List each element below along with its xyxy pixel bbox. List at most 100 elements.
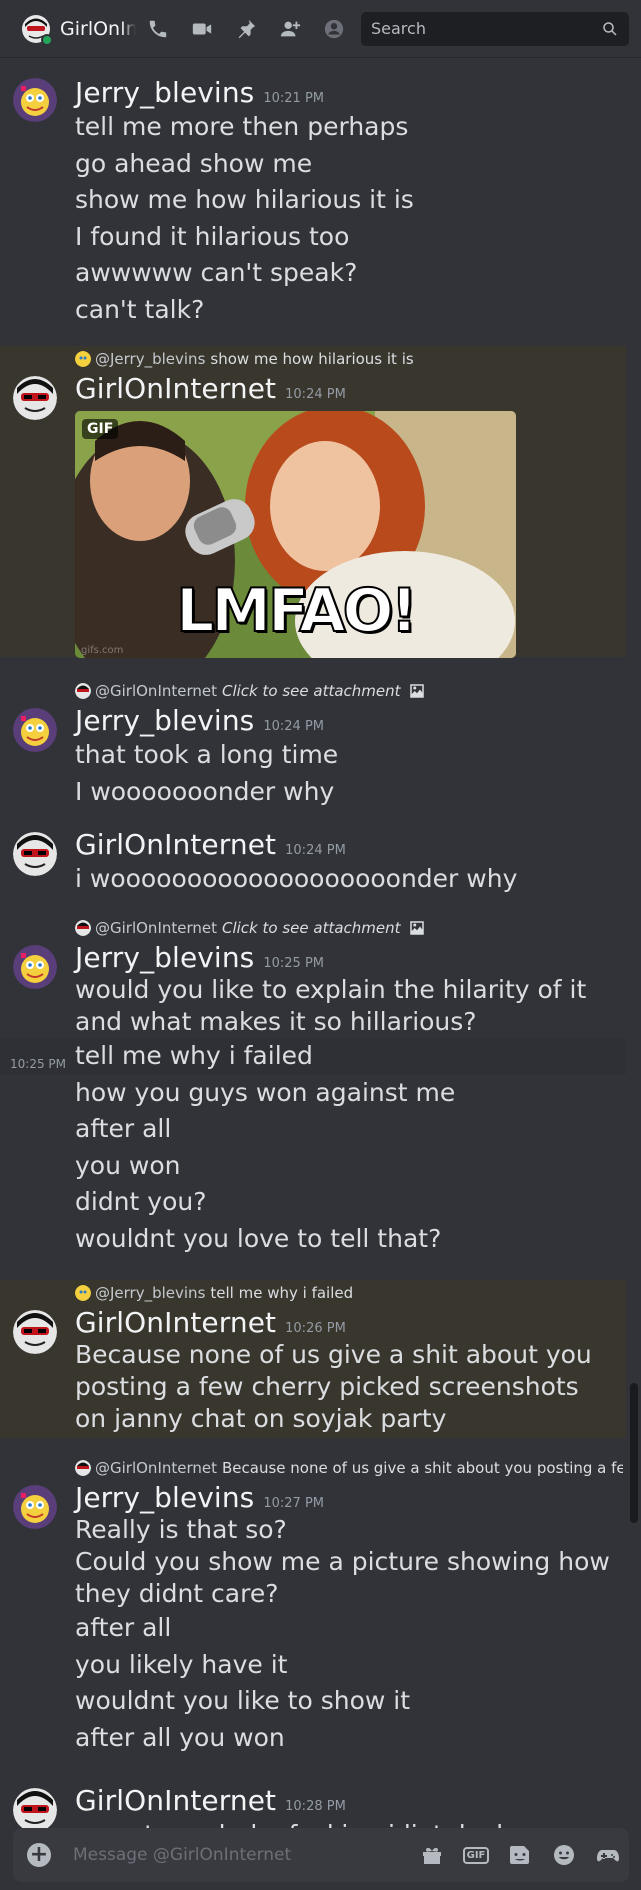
search-input[interactable] <box>371 19 601 38</box>
reply-reference[interactable]: @Jerry_blevins show me how hilarious it … <box>75 346 608 372</box>
gif-watermark: gifs.com <box>81 645 124 656</box>
timestamp: 10:24 PM <box>285 843 346 858</box>
search-icon <box>603 21 617 36</box>
scrollbar-thumb[interactable] <box>630 1383 638 1523</box>
avatar-jerry[interactable] <box>13 708 57 752</box>
username[interactable]: Jerry_blevins <box>75 704 254 737</box>
phone-icon[interactable] <box>146 17 170 41</box>
emoji-icon[interactable] <box>551 1842 577 1868</box>
reply-mention[interactable]: @Jerry_blevins <box>95 350 205 368</box>
message-group: Jerry_blevins 10:21 PM tell me more then… <box>0 76 641 328</box>
reply-reference[interactable]: @GirlOnInternet Click to see attachment <box>75 678 623 704</box>
message-line: i wooooooooooooooooooonder why <box>75 864 518 893</box>
message-group: GirlOnInternet 10:24 PM i wooooooooooooo… <box>0 828 641 898</box>
gif-badge: GIF <box>82 419 119 439</box>
username[interactable]: Jerry_blevins <box>75 76 254 109</box>
avatar-jerry[interactable] <box>13 1485 57 1529</box>
message-line: you won <box>75 1150 181 1180</box>
message-line: how you guys won against me <box>75 1077 456 1107</box>
message-line: that took a long time <box>75 740 339 769</box>
message-line: after all you won <box>75 1722 285 1752</box>
reply-avatar-girlonInternet <box>75 683 91 699</box>
add-icon[interactable]: + <box>27 1843 51 1867</box>
avatar-jerry[interactable] <box>13 945 57 989</box>
reply-avatar-girlonInternet <box>75 1460 91 1476</box>
image-icon <box>409 684 424 698</box>
gif-attachment[interactable]: GIF LMFAO! gifs.com <box>75 411 516 658</box>
dm-avatar[interactable] <box>22 14 53 46</box>
video-icon[interactable] <box>190 17 214 41</box>
username[interactable]: GirlOnInternet <box>75 372 276 405</box>
message-line: you likely have it <box>75 1649 288 1679</box>
message-line: tell me why i failed <box>75 1041 313 1070</box>
hover-timestamp: 10:25 PM <box>10 1057 66 1071</box>
message-line: ya got me dude, fucking idiot. looks <box>75 1817 623 1828</box>
username[interactable]: GirlOnInternet <box>75 828 276 861</box>
reply-attachment-text: Click to see attachment <box>222 682 401 700</box>
message-line: wouldnt you like to show it <box>75 1686 411 1715</box>
reply-mention[interactable]: @GirlOnInternet <box>95 682 217 700</box>
timestamp: 10:25 PM <box>263 956 325 971</box>
gift-icon[interactable] <box>419 1842 445 1868</box>
reply-text: tell me why i failed <box>210 1284 354 1302</box>
message-line: can't talk? <box>75 294 205 324</box>
gif-caption: LMFAO! <box>175 575 419 647</box>
reply-avatar-jerry <box>75 351 91 367</box>
reply-mention[interactable]: @Jerry_blevins <box>95 1284 205 1302</box>
reply-reference[interactable]: @Jerry_blevins tell me why i failed <box>75 1280 608 1306</box>
reply-attachment-text: Click to see attachment <box>222 919 401 937</box>
add-friend-icon[interactable] <box>278 17 302 41</box>
message-line: after all <box>75 1114 172 1143</box>
username[interactable]: Jerry_blevins <box>75 941 254 974</box>
message-group: GirlOnInternet 10:28 PM ya got me dude, … <box>0 1784 641 1828</box>
message-list: Jerry_blevins 10:21 PM tell me more then… <box>0 58 641 1828</box>
avatar-girlonInternet[interactable] <box>13 832 57 876</box>
message-line: wouldnt you love to tell that? <box>75 1223 442 1253</box>
reply-avatar-girlonInternet <box>75 920 91 936</box>
reply-text: Because none of us give a shit about you… <box>222 1459 623 1477</box>
avatar-girlonInternet[interactable] <box>13 376 57 420</box>
username[interactable]: Jerry_blevins <box>75 1481 254 1514</box>
reply-avatar-jerry <box>75 1285 91 1301</box>
message-line: show me how hilarious it is <box>75 185 414 214</box>
message-line-hovered[interactable]: 10:25 PM tell me why i failed <box>0 1038 626 1075</box>
username[interactable]: GirlOnInternet <box>75 1306 276 1339</box>
reply-text: show me how hilarious it is <box>210 350 414 368</box>
message-group-highlighted: @Jerry_blevins tell me why i failed Girl… <box>0 1280 626 1438</box>
gif-icon[interactable]: GIF <box>462 1842 490 1868</box>
message-line: Because none of us give a shit about you <box>75 1340 592 1369</box>
avatar-jerry[interactable] <box>13 78 57 122</box>
username[interactable]: GirlOnInternet <box>75 1784 276 1817</box>
message-line: on janny chat on soyjak party <box>75 1404 447 1433</box>
message-group: @GirlOnInternet Click to see attachment … <box>0 678 641 810</box>
avatar-girlonInternet[interactable] <box>13 1788 57 1828</box>
sticker-icon[interactable] <box>507 1842 533 1868</box>
timestamp: 10:28 PM <box>285 1799 346 1814</box>
message-line: I found it hilarious too <box>75 221 350 251</box>
timestamp: 10:24 PM <box>285 387 346 402</box>
composer-area: + GIF <box>0 1828 641 1890</box>
channel-title: GirlOnInternet <box>60 17 136 40</box>
timestamp: 10:21 PM <box>263 91 325 106</box>
profile-icon[interactable] <box>322 17 346 41</box>
message-line: after all <box>75 1613 172 1642</box>
message-line: Could you show me a picture showing how <box>75 1547 610 1576</box>
reply-reference[interactable]: @GirlOnInternet Click to see attachment <box>75 915 623 941</box>
message-composer: + GIF <box>13 1828 629 1882</box>
game-icon[interactable] <box>595 1842 621 1868</box>
message-line: and what makes it so hillarious? <box>75 1007 477 1036</box>
pin-icon[interactable] <box>234 17 258 41</box>
search-box[interactable] <box>361 11 629 46</box>
message-line: posting a few cherry picked screenshots <box>75 1372 579 1401</box>
message-line: awwwww can't speak? <box>75 258 358 287</box>
image-icon <box>409 921 424 935</box>
reply-reference[interactable]: @GirlOnInternet Because none of us give … <box>75 1455 623 1481</box>
timestamp: 10:24 PM <box>263 719 325 734</box>
message-line: go ahead show me <box>75 148 313 178</box>
reply-mention[interactable]: @GirlOnInternet <box>95 919 217 937</box>
message-input[interactable] <box>73 1845 419 1865</box>
avatar-girlonInternet[interactable] <box>13 1310 57 1354</box>
reply-mention[interactable]: @GirlOnInternet <box>95 1459 217 1477</box>
message-group: @GirlOnInternet Click to see attachment … <box>0 915 641 1257</box>
message-line: didnt you? <box>75 1187 207 1216</box>
